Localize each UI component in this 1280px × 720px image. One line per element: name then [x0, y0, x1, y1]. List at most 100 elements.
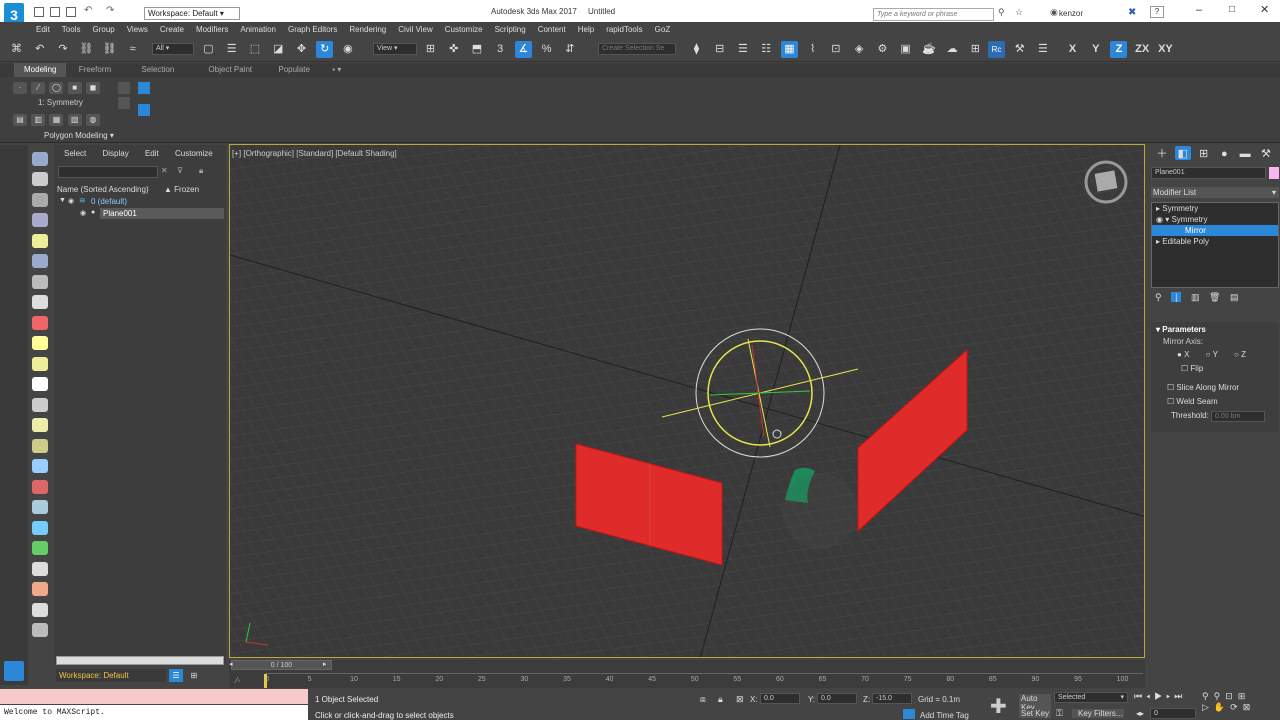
stack-remove-icon[interactable]: ▧	[67, 114, 82, 126]
remove-modifier-icon[interactable]: 🗑︎	[1209, 292, 1220, 302]
bind-space-warp-icon[interactable]: ≈	[124, 41, 141, 58]
maximize-icon[interactable]: □	[1229, 4, 1235, 15]
tab-populate[interactable]: Populate	[268, 63, 320, 77]
render-setup-icon[interactable]: ⚙	[874, 41, 891, 58]
reference-coord-dropdown[interactable]: View ▾	[373, 43, 417, 55]
curve-editor-icon[interactable]: ⌇	[804, 41, 821, 58]
motion-tab-icon[interactable]: ●	[1216, 146, 1232, 160]
y-coord-field[interactable]: 0.0	[817, 693, 857, 704]
hierarchy-tab-icon[interactable]: ⊞	[1196, 146, 1212, 160]
ribbon-panel-label[interactable]: Polygon Modeling ▾	[44, 131, 114, 140]
stack-item-symmetry-expanded[interactable]: ◉ ▾ Symmetry	[1152, 214, 1278, 225]
display-tab-icon[interactable]: ▬	[1237, 146, 1253, 160]
set-key-plus-icon[interactable]: ✚	[990, 694, 1007, 719]
stack-item-mirror[interactable]: Mirror	[1152, 225, 1278, 236]
key-filters-button[interactable]: Key Filters...	[1072, 709, 1124, 718]
menu-animation[interactable]: Animation	[234, 22, 282, 38]
command-strip-icon[interactable]	[32, 602, 48, 617]
close-icon[interactable]: ✕	[1260, 3, 1269, 16]
scene-menu-customize[interactable]: Customize	[175, 149, 213, 158]
command-strip-icon[interactable]	[32, 418, 48, 432]
tab-selection[interactable]: Selection	[123, 63, 192, 77]
material-editor-icon[interactable]: ◈	[851, 41, 868, 58]
ribbon-side-button-1[interactable]	[118, 82, 130, 94]
pan-icon[interactable]: ✋	[1214, 702, 1230, 712]
menu-tools[interactable]: Tools	[56, 22, 87, 38]
command-strip-icon[interactable]	[32, 172, 48, 186]
polygon-icon[interactable]: ■	[67, 82, 82, 94]
percent-snap-icon[interactable]: %	[538, 41, 555, 58]
help-icon[interactable]: ?	[1150, 6, 1164, 18]
weld-checkbox[interactable]: ☐ Weld Seam	[1151, 392, 1279, 406]
modify-tab-icon[interactable]: ◧	[1174, 146, 1191, 160]
menu-scripting[interactable]: Scripting	[489, 22, 532, 38]
menu-civil-view[interactable]: Civil View	[392, 22, 439, 38]
command-strip-icon[interactable]	[32, 336, 48, 350]
time-slider-arrow-right[interactable]: ▸	[323, 660, 327, 668]
viewport-label[interactable]: [+] [Orthographic] [Standard] [Default S…	[232, 149, 397, 158]
set-key-button[interactable]: Set Key	[1019, 709, 1051, 718]
menu-graph-editors[interactable]: Graph Editors	[282, 22, 343, 38]
layer-manager-icon[interactable]: ☰	[169, 669, 183, 682]
isolate-icon[interactable]: ⧈	[700, 694, 706, 705]
menu-modifiers[interactable]: Modifiers	[190, 22, 234, 38]
threshold-field[interactable]: 0.00 bm	[1211, 411, 1266, 422]
perspective-viewport[interactable]: [+] [Orthographic] [Standard] [Default S…	[229, 144, 1145, 658]
command-strip-icon[interactable]	[32, 274, 48, 289]
time-ruler[interactable]: 0510152025303540455055606570758085909510…	[265, 673, 1143, 687]
binoculars-icon[interactable]: ⚲	[998, 7, 1005, 18]
named-selection-set[interactable]: Create Selection Se	[598, 43, 676, 55]
tools-icon[interactable]: ⚒	[1011, 41, 1028, 58]
move-icon[interactable]: ✥	[293, 41, 310, 58]
zoom-all-icon[interactable]: ⚲	[1214, 691, 1226, 701]
modifier-list-dropdown[interactable]: Modifier List ▾	[1151, 187, 1279, 198]
orbit-icon[interactable]: ⟳	[1230, 702, 1243, 712]
menu-help[interactable]: Help	[572, 22, 600, 38]
align-icon[interactable]: ⊟	[711, 41, 728, 58]
scene-menu-select[interactable]: Select	[64, 149, 86, 158]
ribbon-blue-button-2[interactable]	[138, 104, 150, 116]
utilities-tab-icon[interactable]: ⚒	[1258, 146, 1274, 160]
axis-x-button[interactable]: X	[1064, 41, 1081, 58]
edge-icon[interactable]: ⁄	[31, 82, 46, 94]
menu-content[interactable]: Content	[532, 22, 572, 38]
go-to-start-icon[interactable]: ⏮	[1134, 691, 1146, 701]
save-file-icon[interactable]	[66, 7, 76, 17]
scene-menu-edit[interactable]: Edit	[145, 149, 159, 158]
axis-zx-button[interactable]: ZX	[1134, 41, 1151, 58]
redo-toolbar-icon[interactable]: ↷	[54, 41, 71, 58]
window-crossing-icon[interactable]: ◪	[270, 41, 287, 58]
command-strip-icon[interactable]	[32, 500, 48, 514]
fov-icon[interactable]: ▷	[1202, 702, 1214, 712]
command-strip-icon[interactable]	[32, 315, 48, 330]
rotate-icon[interactable]: ↻	[316, 41, 334, 58]
time-slider-thumb[interactable]	[264, 674, 267, 688]
make-unique-icon[interactable]: ▥	[1191, 292, 1200, 302]
selection-lock-icon[interactable]: 🔒︎	[718, 694, 723, 705]
menu-goz[interactable]: GoZ	[649, 22, 677, 38]
x-coord-field[interactable]: 0.0	[760, 693, 800, 704]
menu-customize[interactable]: Customize	[439, 22, 489, 38]
zoom-extents-icon[interactable]: ⊡	[1225, 691, 1238, 701]
minimize-icon[interactable]: –	[1196, 4, 1202, 16]
ribbon-blue-button-1[interactable]	[138, 82, 150, 94]
command-strip-icon[interactable]	[32, 397, 48, 412]
scene-explorer-icon[interactable]: ☷	[758, 41, 775, 58]
command-strip-icon[interactable]	[32, 459, 48, 473]
menu-create[interactable]: Create	[154, 22, 190, 38]
time-slider-arrow-left[interactable]: ◂	[229, 660, 233, 668]
rollout-title[interactable]: ▾ Parameters	[1151, 322, 1279, 337]
search-box[interactable]: Type a keyword or phrase	[873, 8, 994, 21]
object-name-field[interactable]: Plane001	[1151, 167, 1266, 179]
stack-show-icon[interactable]: ▥	[31, 114, 46, 126]
command-strip-icon[interactable]	[32, 377, 48, 391]
eye-icon[interactable]: ◉	[80, 209, 86, 217]
rect-select-icon[interactable]: ⬚	[246, 41, 263, 58]
pin-stack-icon[interactable]: ⚲	[1155, 292, 1162, 302]
keyboard-shortcut-icon[interactable]: ⬒	[468, 41, 485, 58]
menu-rendering[interactable]: Rendering	[343, 22, 392, 38]
scene-search-field[interactable]	[58, 166, 158, 178]
scene-scrollbar[interactable]	[56, 656, 224, 665]
command-strip-icon[interactable]	[32, 561, 48, 576]
star-icon[interactable]: ☆	[1015, 7, 1023, 18]
